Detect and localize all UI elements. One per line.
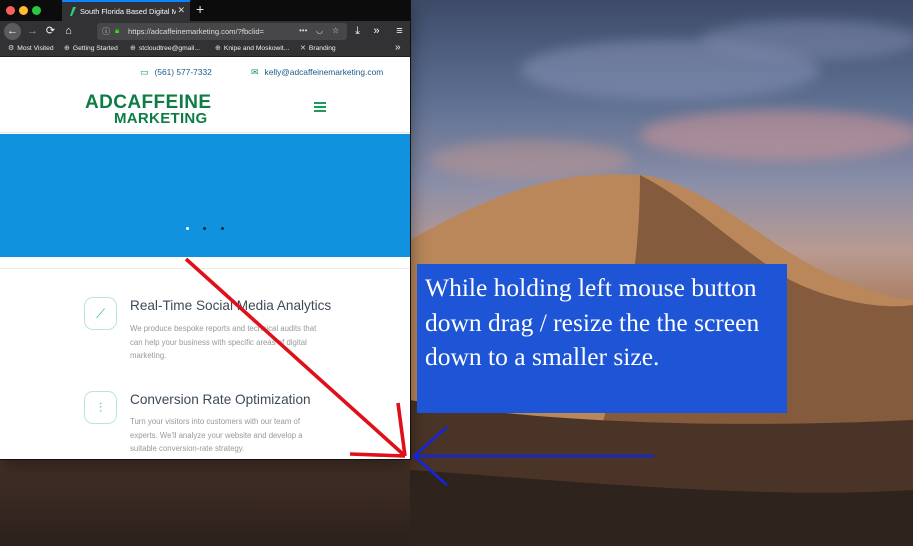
gear-icon: ⚙ xyxy=(8,45,15,52)
globe-icon: ⊕ xyxy=(64,45,70,52)
bookmarks-toolbar: ⚙ Most Visited ⊕ Getting Started ⊕ stcloudt… xyxy=(0,42,410,57)
info-icon[interactable]: ⓘ xyxy=(102,26,110,37)
reload-button[interactable]: ⟳ xyxy=(42,23,59,40)
chat-icon: ▭ xyxy=(140,67,149,77)
bookmark-most-visited[interactable]: ⚙ Most Visited xyxy=(8,44,54,52)
close-window-button[interactable] xyxy=(6,6,15,15)
header-divider xyxy=(0,132,410,133)
address-bar[interactable]: ⓘ 🔒︎ https://adcaffeinemarketing.com/?fb… xyxy=(97,23,347,40)
hamburger-menu-icon[interactable] xyxy=(314,102,326,115)
service-title: Real-Time Social Media Analytics xyxy=(130,298,332,313)
pocket-icon[interactable]: ◡ xyxy=(316,26,323,35)
url-text[interactable]: https://adcaffeinemarketing.com/?fbclid= xyxy=(128,27,280,36)
overflow-chevron-icon[interactable]: » xyxy=(368,23,385,40)
menu-icon[interactable]: ≡ xyxy=(391,23,408,40)
site-favicon-icon xyxy=(70,7,76,16)
forward-button[interactable]: → xyxy=(24,23,41,40)
zoom-window-button[interactable] xyxy=(32,6,41,15)
back-button[interactable]: ← xyxy=(4,23,21,40)
web-page: ▭ (561) 577-7332 ✉ kelly@adcaffeinemarketi… xyxy=(0,57,410,459)
minimize-window-button[interactable] xyxy=(19,6,28,15)
service-description: We produce bespoke reports and technical… xyxy=(130,324,317,361)
page-actions-icon[interactable]: ••• xyxy=(299,26,307,35)
bookmark-stcloudtree[interactable]: ⊕ stcloudtree@gmail... xyxy=(130,44,200,52)
slider-dot[interactable] xyxy=(221,227,224,230)
instruction-callout: While holding left mouse button down dra… xyxy=(417,264,787,413)
service-description: Turn your visitors into customers with o… xyxy=(130,417,303,454)
x-icon: ✕ xyxy=(300,45,306,52)
title-bar[interactable]: South Florida Based Digital Ma ✕ + xyxy=(0,0,410,21)
tab-close-icon[interactable]: ✕ xyxy=(177,5,185,16)
download-icon[interactable]: ⤓ xyxy=(349,23,366,40)
navigation-toolbar: ← → ⟳ ⌂ ⓘ 🔒︎ https://adcaffeinemarketing… xyxy=(0,21,410,42)
browser-window[interactable]: South Florida Based Digital Ma ✕ + ← → ⟳… xyxy=(0,0,410,459)
slider-dot[interactable] xyxy=(203,227,206,230)
chart-line-icon: ⟋ xyxy=(84,297,117,330)
service-title: Conversion Rate Optimization xyxy=(130,392,311,407)
phone-link[interactable]: ▭ (561) 577-7332 xyxy=(140,67,212,78)
new-tab-button[interactable]: + xyxy=(196,1,204,18)
bookmark-knipe[interactable]: ⊕ Knipe and Moskowit... xyxy=(215,44,289,52)
globe-icon: ⊕ xyxy=(215,45,221,52)
tab-title: South Florida Based Digital Ma xyxy=(80,7,176,16)
bookmark-branding[interactable]: ✕ Branding xyxy=(300,44,336,52)
browser-tab[interactable]: South Florida Based Digital Ma ✕ xyxy=(62,0,190,21)
section-divider xyxy=(0,268,410,269)
site-logo-subtitle[interactable]: MARKETING xyxy=(114,111,208,126)
envelope-icon: ✉ xyxy=(251,67,259,77)
lock-icon[interactable]: 🔒︎ xyxy=(115,26,119,36)
sliders-icon: ⫶ xyxy=(84,391,117,424)
email-link[interactable]: ✉ kelly@adcaffeinemarketing.com xyxy=(251,67,383,78)
home-button[interactable]: ⌂ xyxy=(60,23,77,40)
bookmark-getting-started[interactable]: ⊕ Getting Started xyxy=(64,44,118,52)
hero-slider[interactable] xyxy=(0,134,410,257)
bookmarks-overflow-icon[interactable]: » xyxy=(395,42,401,53)
bookmark-star-icon[interactable]: ☆ xyxy=(332,26,339,35)
slider-dot-active[interactable] xyxy=(186,227,189,230)
globe-icon: ⊕ xyxy=(130,45,136,52)
